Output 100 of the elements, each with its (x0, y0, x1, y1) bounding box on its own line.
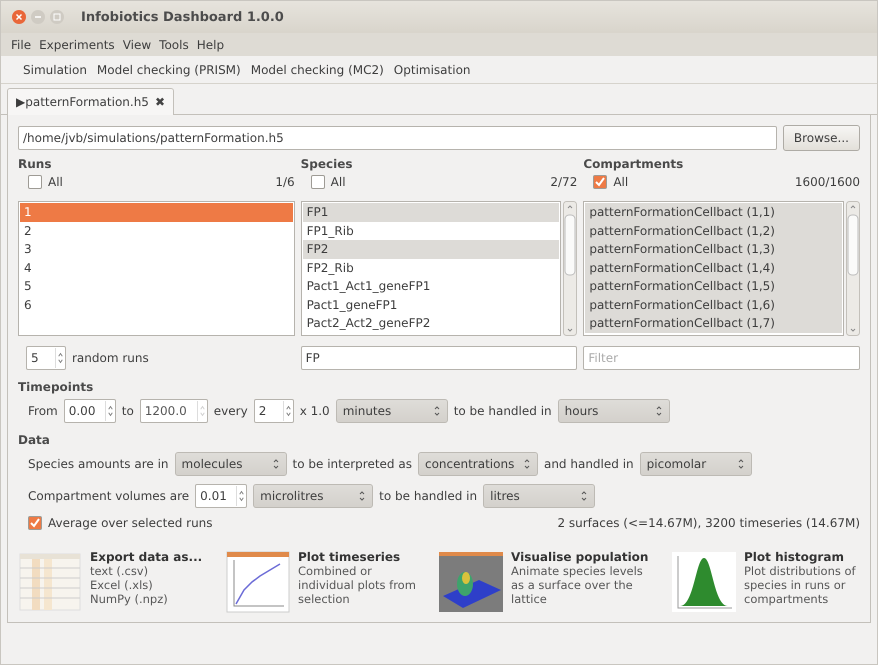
toolbar-item[interactable]: Model checking (MC2) (250, 62, 384, 76)
list-item[interactable]: patternFormationCellbact (1,5) (585, 277, 842, 296)
section-heading: Compartments (583, 157, 684, 171)
spin-box[interactable]: 2 (254, 399, 294, 423)
section-heading: Data (18, 433, 51, 447)
spin-arrows-icon[interactable] (104, 401, 115, 421)
dropdown[interactable]: minutes (336, 399, 448, 423)
window-title: Infobiotics Dashboard 1.0.0 (81, 10, 284, 24)
spin-box[interactable]: 0.01 (195, 484, 248, 508)
updown-icon (432, 405, 441, 417)
spin-field[interactable]: 2 (254, 400, 283, 422)
updown-icon (654, 405, 663, 417)
label: Compartment volumes are (28, 489, 190, 503)
label: to be handled in (454, 404, 552, 418)
checkbox-label: All (330, 175, 346, 189)
label: every (214, 404, 248, 418)
label: Species amounts are in (28, 457, 169, 471)
updown-icon (580, 490, 588, 502)
action-description: selection (298, 592, 351, 606)
count: 2/72 (550, 175, 578, 189)
list-box[interactable]: FP1 FP1_Rib FP2 FP2_Rib Pact1_Act1_geneFP1 Pact1_geneFP1 Pact2_Act2_geneFP2 (300, 201, 562, 336)
window-controls-icon[interactable] (11, 9, 65, 25)
filter-field[interactable]: FP (300, 346, 578, 370)
spin-field[interactable]: 0.01 (196, 485, 236, 507)
browse-button[interactable]: Browse... (782, 125, 860, 151)
list-item[interactable]: FP2_Rib (302, 258, 560, 277)
checkbox-label: Average over selected runs (48, 516, 213, 530)
menu-item[interactable]: Tools (159, 38, 189, 52)
toolbar-item[interactable]: Model checking (PRISM) (96, 62, 241, 76)
dropdown[interactable]: litres (483, 484, 596, 508)
list-item[interactable]: patternFormationCellbact (1,7) (585, 314, 842, 332)
dropdown[interactable]: microlitres (253, 484, 374, 508)
label: random runs (72, 351, 149, 365)
spin-arrows-icon[interactable] (236, 486, 246, 506)
action-title[interactable]: Plot timeseries (298, 550, 416, 564)
label: and handled in (544, 457, 634, 471)
updown-icon (736, 458, 745, 470)
action-description: individual plots from (298, 578, 416, 592)
close-icon[interactable]: ✖ (154, 95, 166, 109)
section-heading: Runs (18, 157, 52, 171)
list-item[interactable]: patternFormationCellbact (1,3) (585, 240, 842, 258)
action-description: Plot distributions of (744, 564, 856, 578)
list-item[interactable]: patternFormationCellbact (1,4) (585, 258, 842, 277)
toolbar-item[interactable]: Optimisation (394, 62, 471, 76)
spin-arrows-icon[interactable] (282, 401, 293, 421)
list-item[interactable]: FP1_Rib (302, 222, 560, 240)
summary-text: 2 surfaces (<=14.67M), 3200 timeseries (14.67M) (557, 516, 860, 530)
dropdown[interactable]: hours (558, 399, 670, 423)
checkbox-label: All (613, 175, 628, 189)
list-box[interactable]: 1 2 3 4 5 6 (18, 201, 295, 336)
tab[interactable]: ▶patternFormation.h5 ✖ (7, 88, 174, 115)
list-item[interactable]: patternFormationCellbact (1,2) (585, 222, 842, 240)
action-title[interactable]: Plot histogram (744, 550, 856, 564)
label: to (122, 404, 134, 418)
menu-item[interactable]: Experiments (39, 38, 115, 52)
updown-icon (522, 458, 531, 470)
dropdown[interactable]: picomolar (640, 452, 752, 476)
checkbox[interactable] (28, 516, 42, 530)
label: to be handled in (379, 489, 478, 503)
updown-icon (358, 490, 366, 502)
scrollbar[interactable] (846, 201, 860, 336)
checkbox[interactable] (310, 175, 325, 189)
menu-item[interactable]: Help (196, 38, 224, 52)
list-item[interactable]: FP1 (302, 203, 560, 222)
updown-icon (272, 458, 280, 470)
spin-arrows-icon (196, 401, 207, 421)
spin-box[interactable]: 0.00 (64, 399, 116, 423)
menu-item[interactable]: File (11, 38, 32, 52)
spin-box[interactable]: 5 (26, 346, 66, 370)
path-field[interactable]: /home/jvb/simulations/patternFormation.h5 (18, 126, 777, 150)
dropdown[interactable]: molecules (174, 452, 287, 476)
label: to be interpreted as (292, 457, 412, 471)
checkbox[interactable] (593, 175, 608, 189)
label: x 1.0 (300, 404, 330, 418)
count: 1/6 (275, 175, 295, 189)
action-description: Combined or (298, 564, 373, 578)
list-item[interactable]: FP2 (302, 240, 560, 258)
checkbox-label: All (48, 175, 63, 189)
toolbar-item[interactable]: Simulation (23, 62, 87, 76)
action-title[interactable]: Export data as... (90, 550, 202, 564)
action-description: compartments (744, 592, 830, 606)
checkbox[interactable] (28, 175, 42, 189)
filter-field[interactable]: Filter (583, 346, 860, 370)
action-description: text (.csv) (90, 564, 150, 578)
action-description: species in runs or (744, 578, 846, 592)
action-description: NumPy (.npz) (90, 592, 169, 606)
count: 1600/1600 (794, 175, 860, 189)
list-item[interactable]: patternFormationCellbact (1,6) (585, 296, 842, 314)
section-heading: Species (300, 157, 354, 171)
action-description: as a surface over the (511, 578, 634, 592)
label: From (28, 404, 58, 418)
list-item[interactable]: patternFormationCellbact (1,1) (585, 203, 842, 222)
spin-field[interactable]: 0.00 (64, 400, 105, 422)
spin-arrows-icon[interactable] (55, 348, 65, 368)
action-title[interactable]: Visualise population (511, 550, 648, 564)
scrollbar[interactable] (563, 201, 578, 336)
list-box[interactable] (583, 201, 844, 336)
dropdown[interactable]: concentrations (418, 452, 538, 476)
spin-field[interactable]: 5 (27, 347, 55, 369)
menu-item[interactable]: View (122, 38, 152, 52)
